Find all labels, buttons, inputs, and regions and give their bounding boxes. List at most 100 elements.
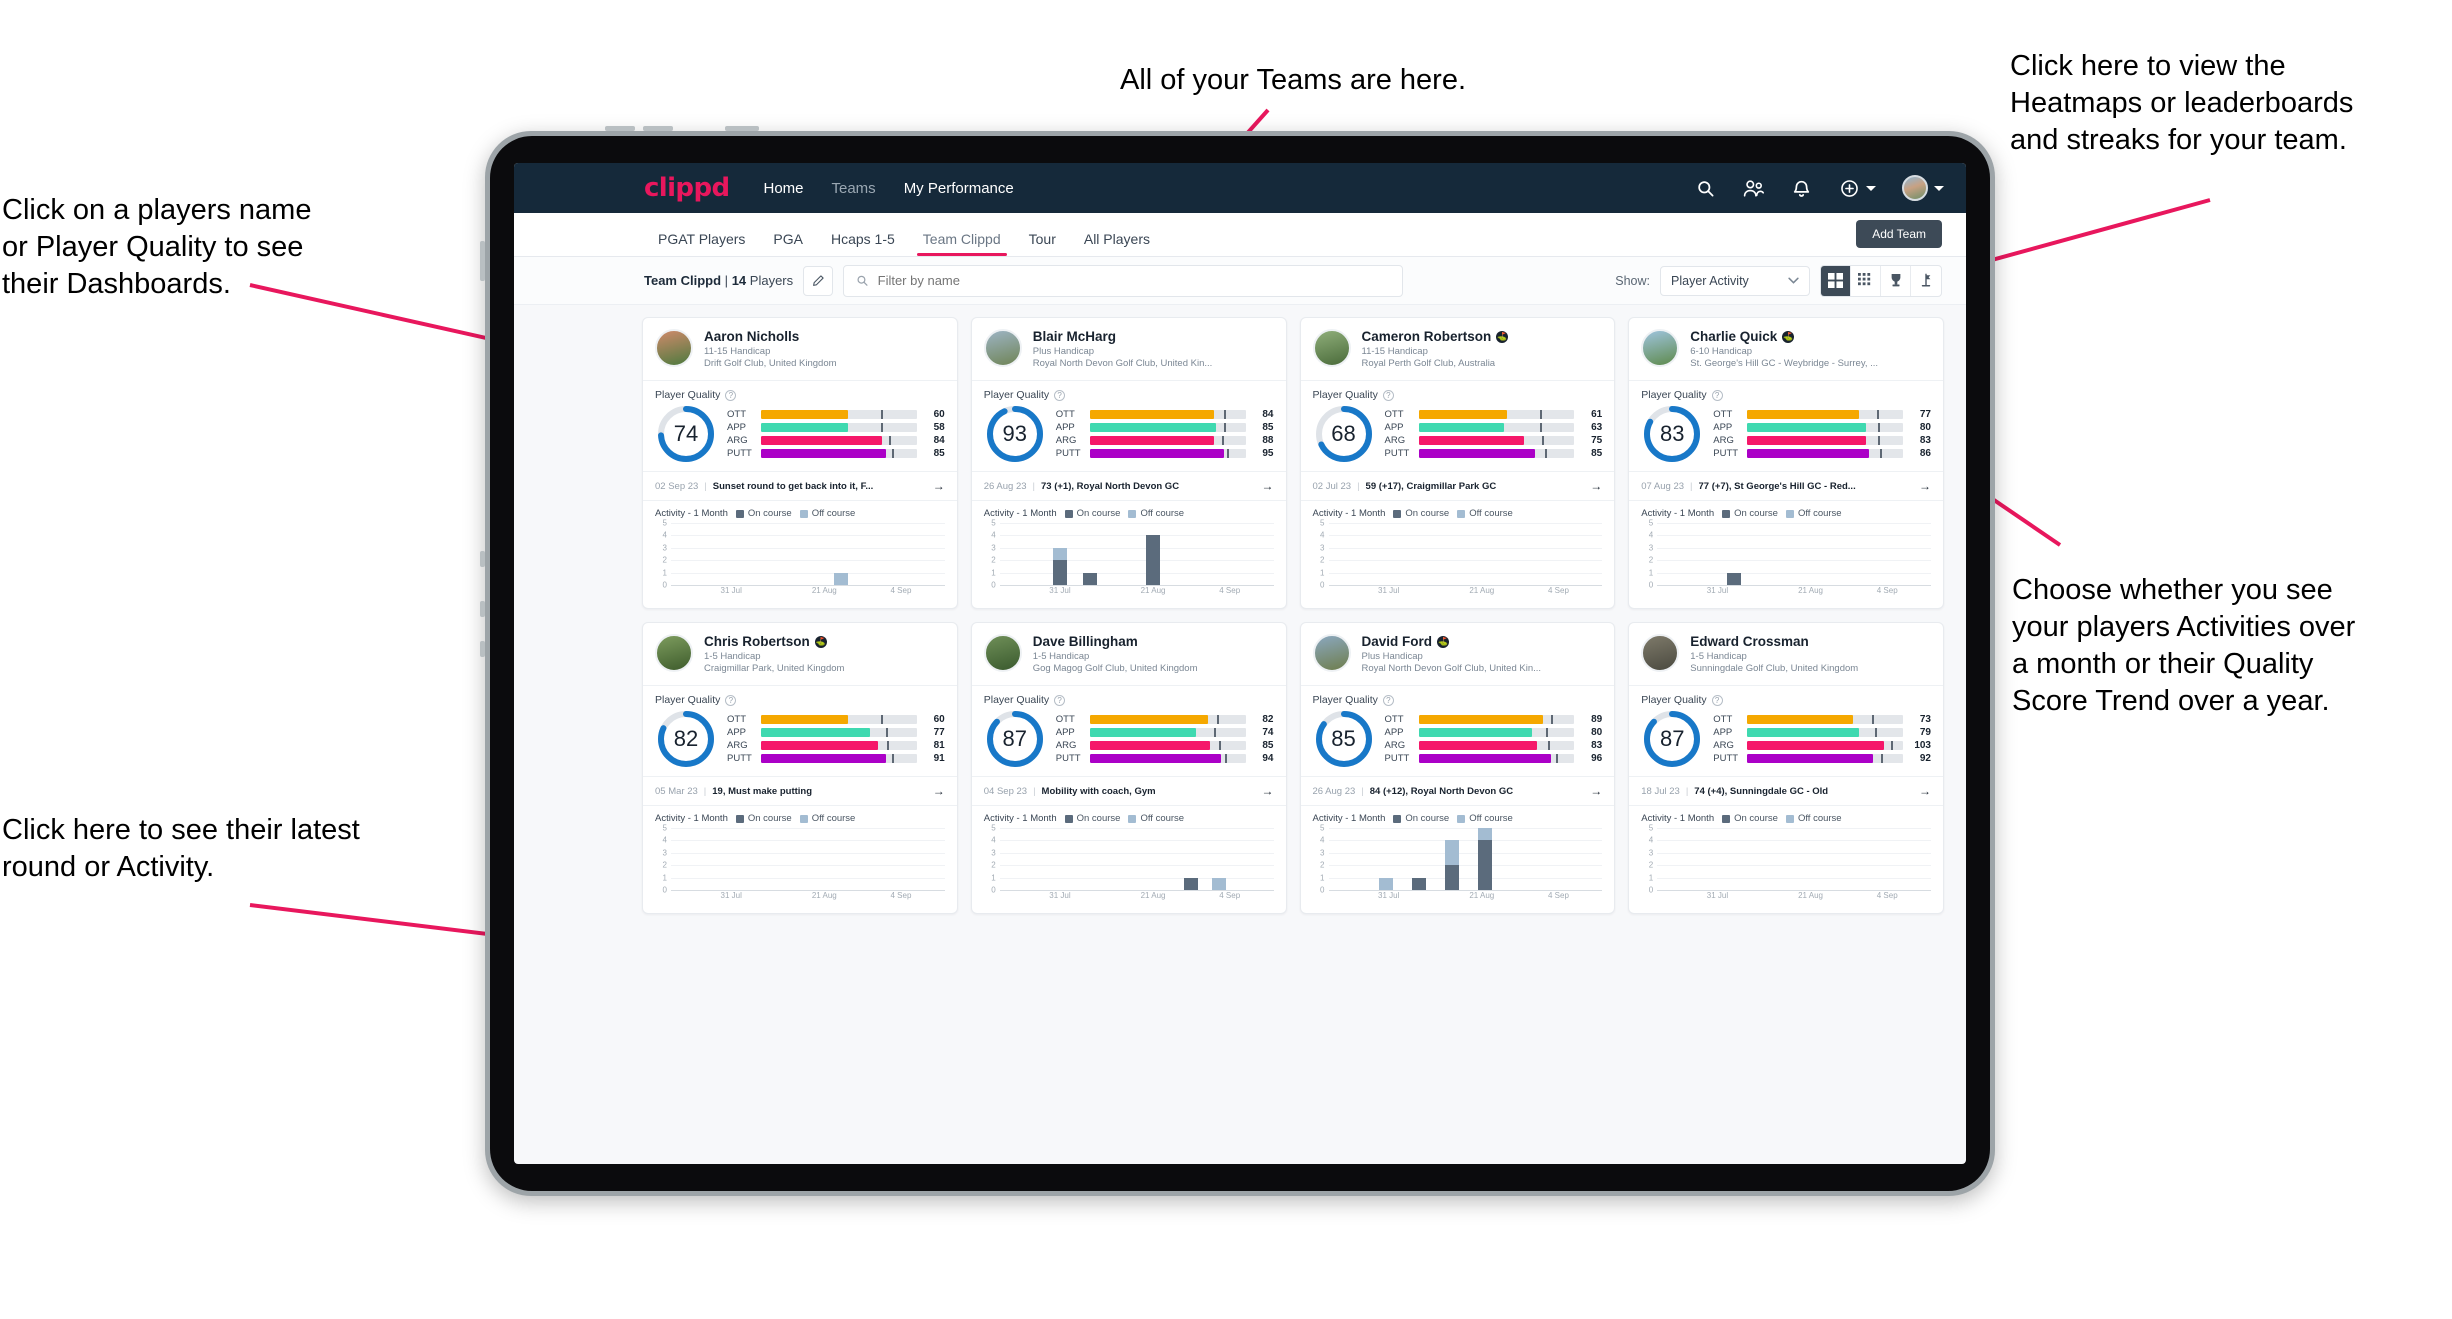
view-heatmap-button[interactable]	[1911, 266, 1941, 296]
player-name[interactable]: Blair McHarg	[1033, 329, 1213, 344]
legend-on-course: On course	[1064, 508, 1120, 519]
player-card-header[interactable]: Charlie Quick ⛳ 6-10 Handicap St. George's …	[1629, 318, 1943, 380]
player-quality-section[interactable]: Player Quality? 68 OTT 61 APP 63 ARG 75 PUTT 85	[1300, 380, 1615, 471]
player-quality-section[interactable]: Player Quality? 87 OTT 73 APP 79 ARG 103 PUTT 92	[1629, 685, 1943, 776]
arrow-right-icon[interactable]: →	[1262, 784, 1274, 798]
player-avatar[interactable]	[1312, 634, 1351, 672]
player-card-header[interactable]: Dave Billingham 1-5 Handicap Gog Magog Gol…	[972, 623, 1286, 685]
player-card[interactable]: Aaron Nicholls 11-15 Handicap Drift Golf C…	[642, 317, 958, 609]
help-icon[interactable]: ?	[1382, 694, 1394, 706]
help-icon[interactable]: ?	[1382, 389, 1394, 401]
help-icon[interactable]: ?	[1711, 694, 1723, 706]
player-name[interactable]: Edward Crossman	[1690, 634, 1858, 649]
chart-gridline	[1657, 547, 1931, 549]
player-card[interactable]: Dave Billingham 1-5 Handicap Gog Magog Gol…	[970, 622, 1287, 914]
help-icon[interactable]: ?	[1711, 389, 1723, 401]
nav-link-my-performance[interactable]: My Performance	[904, 180, 1014, 197]
player-card[interactable]: Blair McHarg Plus Handicap Royal North Dev…	[970, 317, 1287, 609]
player-card-header[interactable]: Cameron Robertson ⛳ 11-15 Handicap Royal Pe…	[1301, 318, 1615, 380]
help-icon[interactable]: ?	[725, 389, 737, 401]
chart-bar	[1184, 877, 1199, 890]
metric-value: 60	[933, 714, 945, 725]
player-name[interactable]: Chris Robertson ⛳	[704, 634, 844, 649]
clippd-logo[interactable]: clippd	[644, 173, 730, 203]
add-team-button[interactable]: Add Team	[1856, 220, 1942, 248]
arrow-right-icon[interactable]: →	[1919, 784, 1931, 798]
latest-round-row[interactable]: 26 Aug 23 | 84 (+12), Royal North Devon GC…	[1300, 776, 1615, 805]
latest-round-row[interactable]: 05 Mar 23 | 19, Must make putting →	[643, 776, 957, 805]
show-select[interactable]: Player Activity	[1660, 265, 1810, 296]
arrow-right-icon[interactable]: →	[933, 784, 945, 798]
help-icon[interactable]: ?	[725, 694, 737, 706]
latest-round-row[interactable]: 04 Sep 23 | Mobility with coach, Gym →	[971, 776, 1286, 805]
search-icon[interactable]	[1694, 177, 1716, 199]
player-card-header[interactable]: Blair McHarg Plus Handicap Royal North Dev…	[972, 318, 1286, 380]
player-card[interactable]: Cameron Robertson ⛳ 11-15 Handicap Royal Pe…	[1299, 317, 1616, 609]
people-icon[interactable]	[1742, 177, 1764, 199]
user-menu[interactable]	[1902, 175, 1944, 201]
view-grid-small-button[interactable]	[1851, 265, 1881, 296]
player-name[interactable]: Cameron Robertson ⛳	[1362, 329, 1509, 344]
player-avatar[interactable]	[1312, 329, 1351, 367]
player-avatar[interactable]	[1641, 329, 1680, 367]
plus-circle-menu[interactable]	[1838, 177, 1876, 199]
player-quality-section[interactable]: Player Quality? 82 OTT 60 APP 77 ARG 81 PUTT 91	[643, 685, 957, 776]
metric-bar-track	[761, 754, 917, 763]
player-quality-section[interactable]: Player Quality? 87 OTT 82 APP 74 ARG 85 PUTT 94	[971, 685, 1286, 776]
view-grid-large-button[interactable]	[1821, 265, 1851, 296]
player-card[interactable]: Chris Robertson ⛳ 1-5 Handicap Craigmillar …	[642, 622, 958, 914]
help-icon[interactable]: ?	[1054, 389, 1066, 401]
player-card-header[interactable]: Chris Robertson ⛳ 1-5 Handicap Craigmillar …	[643, 623, 957, 685]
player-quality-section[interactable]: Player Quality? 83 OTT 77 APP 80 ARG 83 PUTT 86	[1629, 380, 1943, 471]
tab-all-players[interactable]: All Players	[1070, 231, 1164, 256]
bell-icon[interactable]	[1790, 177, 1812, 199]
avatar[interactable]	[1902, 175, 1928, 201]
player-avatar[interactable]	[1641, 634, 1680, 672]
arrow-right-icon[interactable]: →	[1919, 479, 1931, 493]
latest-round-row[interactable]: 02 Jul 23 | 59 (+17), Craigmillar Park GC →	[1300, 471, 1615, 500]
player-name[interactable]: Dave Billingham	[1033, 634, 1198, 649]
player-name[interactable]: Aaron Nicholls	[704, 329, 837, 344]
tab-team-clippd[interactable]: Team Clippd	[909, 231, 1015, 256]
player-name[interactable]: Charlie Quick ⛳	[1690, 329, 1878, 344]
arrow-right-icon[interactable]: →	[933, 479, 945, 493]
player-card-header[interactable]: Aaron Nicholls 11-15 Handicap Drift Golf C…	[643, 318, 957, 380]
player-card-header[interactable]: David Ford ⛳ Plus Handicap Royal North Devo…	[1301, 623, 1615, 685]
help-icon[interactable]: ?	[1054, 694, 1066, 706]
nav-link-teams[interactable]: Teams	[832, 180, 876, 197]
plus-circle-icon[interactable]	[1838, 177, 1860, 199]
tab-tour[interactable]: Tour	[1015, 231, 1070, 256]
player-avatar[interactable]	[983, 329, 1022, 367]
latest-round-row[interactable]: 07 Aug 23 | 77 (+7), St George's Hill GC -…	[1629, 471, 1943, 500]
search-input[interactable]	[877, 273, 1391, 288]
tab-pgat-players[interactable]: PGAT Players	[644, 231, 759, 256]
player-card[interactable]: Edward Crossman 1-5 Handicap Sunningdale G…	[1628, 622, 1944, 914]
arrow-right-icon[interactable]: →	[1590, 479, 1602, 493]
view-leaderboard-button[interactable]	[1881, 265, 1911, 296]
player-avatar[interactable]	[655, 634, 693, 672]
player-card[interactable]: Charlie Quick ⛳ 6-10 Handicap St. George's …	[1628, 317, 1944, 609]
metric-bar-fill	[761, 728, 871, 737]
nav-link-home[interactable]: Home	[763, 180, 803, 197]
player-cards-scroll[interactable]: Aaron Nicholls 11-15 Handicap Drift Golf C…	[514, 305, 1966, 1164]
edit-team-button[interactable]	[803, 265, 834, 296]
player-quality-section[interactable]: Player Quality? 74 OTT 60 APP 58 ARG 84 PUTT 85	[643, 380, 957, 471]
search-field-wrapper[interactable]	[843, 264, 1404, 297]
main-nav-links: Home Teams My Performance	[763, 180, 1013, 197]
tab-pga[interactable]: PGA	[759, 231, 817, 256]
latest-round-row[interactable]: 18 Jul 23 | 74 (+4), Sunningdale GC - Old →	[1629, 776, 1943, 805]
latest-round-row[interactable]: 02 Sep 23 | Sunset round to get back into …	[643, 471, 957, 500]
player-quality-section[interactable]: Player Quality? 93 OTT 84 APP 85 ARG 88 PUTT 95	[971, 380, 1286, 471]
player-avatar[interactable]	[983, 634, 1022, 672]
player-quality-title: Player Quality?	[1313, 389, 1603, 401]
tab-hcaps-1-5[interactable]: Hcaps 1-5	[817, 231, 909, 256]
arrow-right-icon[interactable]: →	[1590, 784, 1602, 798]
arrow-right-icon[interactable]: →	[1262, 479, 1274, 493]
player-card[interactable]: David Ford ⛳ Plus Handicap Royal North Devo…	[1299, 622, 1616, 914]
player-card-header[interactable]: Edward Crossman 1-5 Handicap Sunningdale G…	[1629, 623, 1943, 685]
player-quality-section[interactable]: Player Quality? 85 OTT 89 APP 80 ARG 83 PUTT 96	[1300, 685, 1615, 776]
latest-round-row[interactable]: 26 Aug 23 | 73 (+1), Royal North Devon GC →	[971, 471, 1286, 500]
player-avatar[interactable]	[655, 329, 693, 367]
player-name[interactable]: David Ford ⛳	[1362, 634, 1542, 649]
metric-bar-track	[1747, 410, 1903, 419]
